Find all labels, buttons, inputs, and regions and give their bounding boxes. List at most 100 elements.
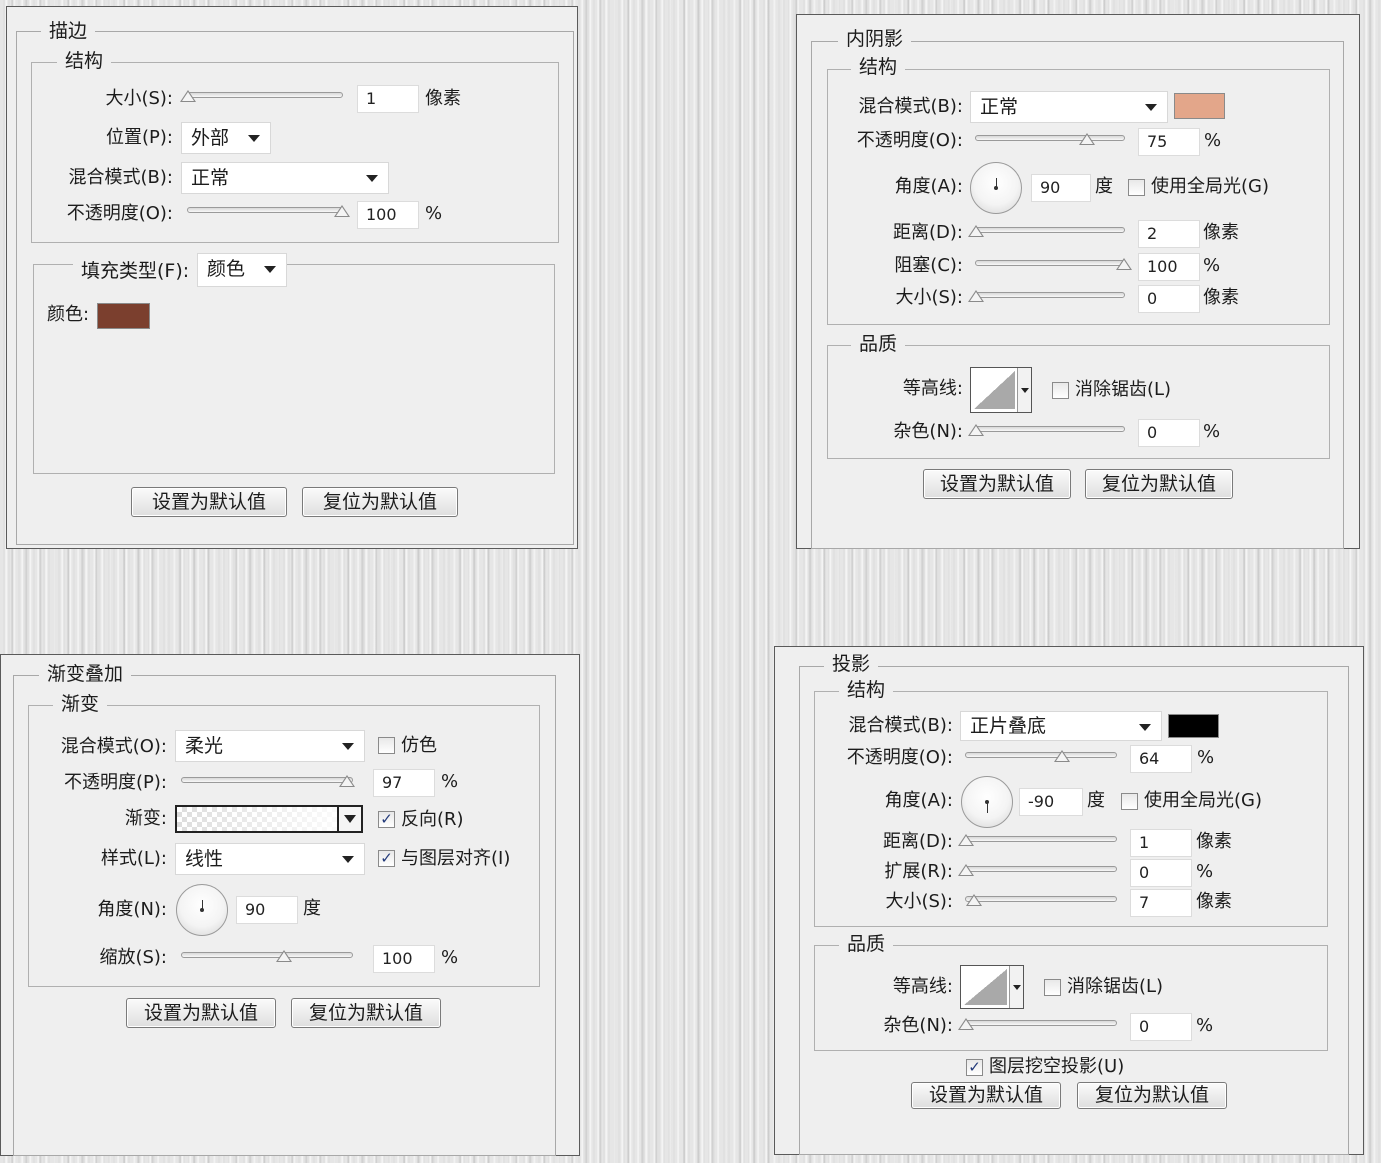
inner-shadow-angle-input[interactable]: 90 [1031, 174, 1091, 202]
drop-shadow-antialias-checkbox[interactable] [1044, 979, 1061, 996]
gradient-overlay-opacity-unit: % [441, 771, 459, 792]
stroke-position-label: 位置(P): [106, 127, 173, 148]
inner-shadow-reset-button[interactable]: 复位为默认值 [1085, 469, 1233, 499]
drop-shadow-knockout-label: 图层挖空投影(U) [989, 1056, 1125, 1077]
slider-thumb[interactable] [968, 424, 984, 436]
drop-shadow-size-input[interactable]: 7 [1130, 889, 1192, 917]
drop-shadow-knockout-checkbox[interactable]: ✓ [966, 1059, 983, 1076]
inner-shadow-opacity-input[interactable]: 75 [1138, 128, 1200, 156]
inner-shadow-choke-input[interactable]: 100 [1138, 253, 1200, 281]
drop-shadow-color-swatch[interactable] [1168, 714, 1219, 738]
gradient-overlay-reset-button[interactable]: 复位为默认值 [291, 998, 441, 1028]
inner-shadow-quality-title: 品质 [851, 333, 906, 355]
inner-shadow-color-swatch[interactable] [1174, 93, 1225, 119]
stroke-fill-type-value: 颜色 [207, 258, 246, 280]
gradient-overlay-style-value: 线性 [185, 848, 224, 870]
drop-shadow-noise-unit: % [1196, 1015, 1214, 1036]
drop-shadow-opacity-input[interactable]: 64 [1130, 745, 1192, 773]
drop-shadow-structure-title: 结构 [839, 679, 894, 701]
inner-shadow-blend-select[interactable]: 正常 [970, 91, 1168, 123]
gradient-overlay-default-button[interactable]: 设置为默认值 [126, 998, 276, 1028]
slider-thumb[interactable] [1054, 750, 1070, 762]
slider-thumb[interactable] [958, 834, 974, 846]
drop-shadow-spread-input[interactable]: 0 [1130, 859, 1192, 887]
inner-shadow-distance-input[interactable]: 2 [1138, 220, 1200, 248]
chevron-down-icon[interactable] [1009, 966, 1023, 1008]
stroke-blend-select[interactable]: 正常 [181, 162, 389, 194]
slider-thumb[interactable] [180, 90, 196, 102]
slider-thumb[interactable] [334, 205, 350, 217]
drop-shadow-reset-button[interactable]: 复位为默认值 [1077, 1082, 1227, 1109]
slider-thumb[interactable] [968, 290, 984, 302]
gradient-overlay-blend-select[interactable]: 柔光 [175, 730, 365, 762]
gradient-overlay-angle-unit: 度 [303, 898, 321, 919]
inner-shadow-size-input[interactable]: 0 [1138, 285, 1200, 313]
slider-thumb[interactable] [1116, 258, 1132, 270]
stroke-reset-button[interactable]: 复位为默认值 [302, 487, 458, 517]
drop-shadow-distance-slider[interactable] [958, 834, 1117, 846]
drop-shadow-opacity-slider[interactable] [965, 750, 1117, 762]
slider-thumb[interactable] [965, 894, 982, 906]
inner-shadow-distance-slider[interactable] [968, 225, 1125, 237]
inner-shadow-structure-title: 结构 [851, 56, 906, 78]
gradient-preview-picker[interactable] [175, 805, 363, 833]
gradient-overlay-opacity-slider[interactable] [181, 775, 355, 787]
inner-shadow-global-light-checkbox[interactable] [1128, 179, 1145, 196]
drop-shadow-noise-label: 杂色(N): [883, 1015, 953, 1036]
inner-shadow-antialias-checkbox[interactable] [1052, 382, 1069, 399]
inner-shadow-noise-slider[interactable] [968, 424, 1125, 436]
gradient-overlay-dither-checkbox[interactable] [378, 737, 395, 754]
stroke-size-input[interactable]: 1 [357, 85, 419, 113]
stroke-opacity-input[interactable]: 100 [357, 201, 419, 229]
inner-shadow-noise-input[interactable]: 0 [1138, 419, 1200, 447]
slider-thumb[interactable] [958, 864, 974, 876]
slider-thumb[interactable] [968, 225, 984, 237]
gradient-overlay-scale-label: 缩放(S): [99, 947, 167, 968]
inner-shadow-size-slider[interactable] [968, 290, 1125, 302]
drop-shadow-distance-input[interactable]: 1 [1130, 829, 1192, 857]
drop-shadow-blend-select[interactable]: 正片叠底 [960, 711, 1162, 741]
inner-shadow-size-label: 大小(S): [895, 287, 963, 308]
gradient-overlay-panel: 渐变叠加 渐变 混合模式(O): 柔光 仿色 不透明度(P): 97 % 渐变:… [0, 654, 580, 1156]
stroke-size-slider[interactable] [180, 90, 343, 102]
stroke-default-button[interactable]: 设置为默认值 [131, 487, 287, 517]
gradient-overlay-blend-value: 柔光 [185, 735, 224, 757]
stroke-position-select[interactable]: 外部 [181, 122, 271, 154]
gradient-overlay-scale-unit: % [441, 947, 459, 968]
drop-shadow-contour-picker[interactable] [960, 965, 1024, 1009]
stroke-title: 描边 [41, 20, 96, 42]
gradient-overlay-angle-dial[interactable] [176, 884, 228, 936]
stroke-fill-type-select[interactable]: 颜色 [197, 253, 287, 287]
gradient-overlay-align-checkbox[interactable]: ✓ [378, 850, 395, 867]
stroke-color-swatch[interactable] [97, 303, 150, 329]
stroke-fill-group [33, 264, 555, 474]
inner-shadow-angle-dial[interactable] [970, 162, 1022, 214]
stroke-opacity-slider[interactable] [187, 205, 350, 217]
inner-shadow-opacity-slider[interactable] [975, 133, 1125, 145]
drop-shadow-global-light-checkbox[interactable] [1121, 793, 1138, 810]
slider-thumb[interactable] [958, 1018, 974, 1030]
gradient-overlay-opacity-input[interactable]: 97 [373, 769, 435, 797]
chevron-down-icon[interactable] [337, 807, 361, 831]
gradient-overlay-scale-slider[interactable] [181, 950, 353, 962]
slider-thumb[interactable] [1079, 133, 1095, 145]
gradient-overlay-scale-input[interactable]: 100 [373, 945, 435, 973]
inner-shadow-choke-slider[interactable] [975, 258, 1132, 270]
drop-shadow-spread-slider[interactable] [958, 864, 1117, 876]
gradient-overlay-angle-input[interactable]: 90 [236, 896, 298, 924]
drop-shadow-default-button[interactable]: 设置为默认值 [911, 1082, 1061, 1109]
contour-preview [974, 371, 1015, 409]
drop-shadow-noise-input[interactable]: 0 [1130, 1013, 1192, 1041]
drop-shadow-noise-slider[interactable] [958, 1018, 1117, 1030]
drop-shadow-size-slider[interactable] [965, 894, 1117, 906]
drop-shadow-angle-input[interactable]: -90 [1019, 788, 1083, 816]
slider-thumb[interactable] [276, 950, 292, 962]
chevron-down-icon[interactable] [1017, 368, 1031, 412]
gradient-overlay-style-label: 样式(L): [100, 848, 167, 869]
gradient-overlay-style-select[interactable]: 线性 [175, 843, 365, 875]
slider-thumb[interactable] [338, 775, 355, 787]
inner-shadow-contour-picker[interactable] [970, 367, 1032, 413]
inner-shadow-default-button[interactable]: 设置为默认值 [923, 469, 1071, 499]
drop-shadow-angle-dial[interactable] [961, 776, 1013, 828]
gradient-overlay-reverse-checkbox[interactable]: ✓ [378, 811, 395, 828]
